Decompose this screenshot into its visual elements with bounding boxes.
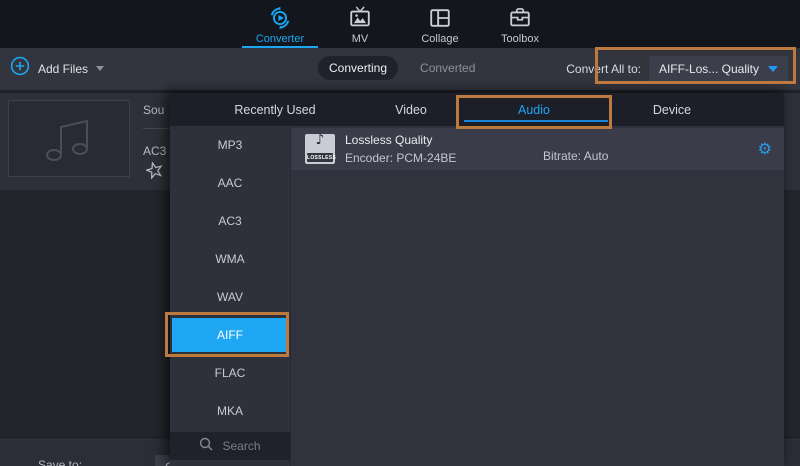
format-panel: Recently Used Video Audio Device MP3 AAC…: [170, 93, 784, 466]
format-item-mp3[interactable]: MP3: [170, 126, 290, 164]
tab-video[interactable]: Video: [380, 93, 442, 126]
save-to-label: Save to:: [38, 458, 82, 466]
profile-row-lossless[interactable]: ♪ LOSSLESS Lossless Quality Encoder: PCM…: [291, 128, 784, 170]
tab-converting[interactable]: Converting: [318, 56, 398, 80]
convert-all-value: AIFF-Los... Quality: [659, 62, 759, 76]
format-panel-tabs: Recently Used Video Audio Device: [170, 93, 784, 126]
effects-star-icon[interactable]: [146, 162, 163, 184]
format-item-wma[interactable]: WMA: [170, 240, 290, 278]
convert-all-group: Convert All to: AIFF-Los... Quality: [566, 56, 788, 82]
tab-device[interactable]: Device: [612, 93, 732, 126]
search-input[interactable]: Search: [170, 432, 290, 460]
tab-converted[interactable]: Converted: [420, 61, 475, 75]
format-item-ac3[interactable]: AC3: [170, 202, 290, 240]
format-item-aiff[interactable]: AIFF: [172, 318, 288, 352]
app-window: Converter MV Collage: [0, 0, 800, 466]
gear-icon[interactable]: ⚙: [758, 141, 772, 157]
profile-list: ♪ LOSSLESS Lossless Quality Encoder: PCM…: [291, 126, 784, 466]
format-item-aac[interactable]: AAC: [170, 164, 290, 202]
converter-icon: [267, 5, 293, 31]
workspace: Sou AC3 Save to: C:\Vidmore\Vidmore Vid …: [0, 93, 800, 466]
format-item-wav[interactable]: WAV: [170, 278, 290, 316]
music-note-glyph: ♪: [305, 132, 335, 148]
add-files-button[interactable]: Add Files: [10, 56, 104, 81]
format-panel-body: MP3 AAC AC3 WMA WAV AIFF FLAC MKA: [170, 126, 784, 466]
profile-encoder: Encoder: PCM-24BE: [345, 151, 456, 165]
tab-toolbox[interactable]: Toolbox: [480, 0, 560, 48]
add-files-label: Add Files: [38, 62, 88, 76]
toolbox-icon: [507, 5, 533, 31]
tab-mv-label: MV: [352, 33, 369, 45]
format-item-flac[interactable]: FLAC: [170, 354, 290, 392]
tab-collage[interactable]: Collage: [400, 0, 480, 48]
top-navigation: Converter MV Collage: [0, 0, 800, 48]
format-item-mka[interactable]: MKA: [170, 392, 290, 430]
tab-collage-label: Collage: [421, 33, 458, 45]
tab-mv[interactable]: MV: [320, 0, 400, 48]
tab-converter[interactable]: Converter: [240, 0, 320, 48]
music-note-icon: [42, 114, 96, 164]
view-tabs: Converting Converted: [318, 56, 475, 80]
profile-text: Lossless Quality Encoder: PCM-24BE: [345, 133, 456, 165]
tab-converter-label: Converter: [256, 33, 304, 45]
file-title: Sou: [143, 103, 164, 117]
profile-title: Lossless Quality: [345, 133, 456, 147]
format-sidebar: MP3 AAC AC3 WMA WAV AIFF FLAC MKA: [170, 126, 291, 466]
file-format-label: AC3: [143, 144, 166, 158]
tab-recently-used[interactable]: Recently Used: [170, 93, 380, 126]
toolbar: Add Files Converting Converted Convert A…: [0, 48, 800, 93]
dropdown-caret-icon: [768, 66, 778, 72]
search-placeholder: Search: [222, 439, 260, 453]
profile-bitrate: Bitrate: Auto: [543, 149, 608, 163]
tab-audio[interactable]: Audio: [456, 93, 612, 126]
chevron-down-icon[interactable]: [96, 66, 104, 71]
convert-all-dropdown[interactable]: AIFF-Los... Quality: [649, 56, 788, 82]
mv-icon: [347, 5, 373, 31]
divider: [143, 128, 170, 129]
convert-all-label: Convert All to:: [566, 62, 641, 76]
lossless-quality-icon: ♪ LOSSLESS: [305, 134, 335, 164]
plus-circle-icon: [10, 56, 30, 81]
collage-icon: [427, 5, 453, 31]
tab-toolbox-label: Toolbox: [501, 33, 539, 45]
search-icon: [199, 437, 213, 456]
lossless-badge: LOSSLESS: [307, 153, 333, 162]
file-thumbnail: [8, 100, 130, 177]
